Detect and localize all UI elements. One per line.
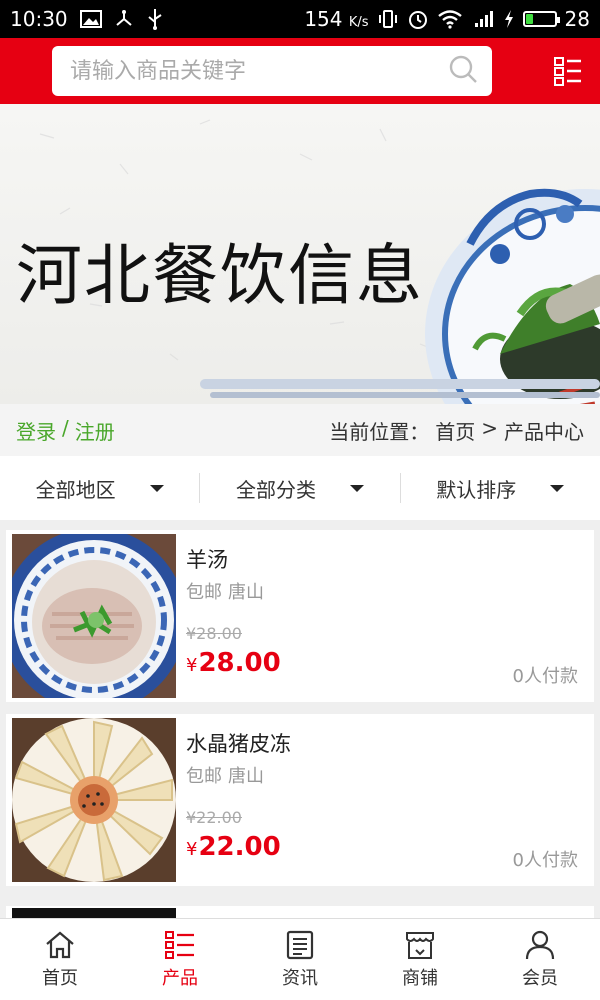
search-icon[interactable] bbox=[448, 54, 478, 88]
image-icon bbox=[79, 10, 102, 28]
banner[interactable]: 河北餐饮信息 bbox=[0, 104, 600, 404]
product-shipping: 包邮 唐山 bbox=[186, 578, 264, 604]
caret-down-icon bbox=[149, 484, 164, 492]
original-price: ¥28.00 bbox=[186, 624, 242, 643]
tab-home[interactable]: 首页 bbox=[0, 919, 120, 1000]
bottom-tabbar: 首页 产品 资讯 商铺 会员 bbox=[0, 918, 600, 1000]
vibrate-icon bbox=[377, 9, 399, 29]
filter-sort-label: 默认排序 bbox=[436, 477, 517, 502]
filter-category-label: 全部分类 bbox=[235, 477, 316, 502]
home-icon bbox=[46, 931, 74, 958]
tab-news-label: 资讯 bbox=[282, 967, 318, 989]
breadcrumb-home[interactable]: 首页 bbox=[435, 416, 475, 445]
top-header bbox=[0, 38, 600, 104]
paid-count: 0人付款 bbox=[512, 850, 578, 871]
currency-symbol: ¥ bbox=[186, 655, 198, 676]
wifi-icon bbox=[437, 9, 463, 29]
product-image-mutton-soup[interactable] bbox=[12, 534, 176, 698]
tab-shop-label: 商铺 bbox=[402, 967, 438, 989]
alarm-icon bbox=[407, 8, 429, 30]
shipping-label: 包邮 bbox=[186, 582, 222, 603]
filter-region[interactable]: 全部地区 bbox=[0, 473, 201, 503]
shop-icon bbox=[406, 931, 434, 959]
tab-shop[interactable]: 商铺 bbox=[360, 919, 480, 1000]
auth-separator: / bbox=[62, 415, 69, 440]
paid-count: 0人付款 bbox=[512, 666, 578, 687]
tab-member[interactable]: 会员 bbox=[480, 919, 600, 1000]
battery-icon bbox=[522, 11, 560, 27]
product-city: 唐山 bbox=[228, 582, 264, 603]
search-box[interactable] bbox=[52, 46, 492, 96]
status-bar: 10:30 154 K/s 28 bbox=[0, 0, 600, 38]
status-time: 10:30 bbox=[10, 7, 68, 31]
tab-home-label: 首页 bbox=[42, 967, 78, 989]
news-icon bbox=[286, 930, 314, 959]
breadcrumb-arrow: > bbox=[481, 415, 498, 440]
network-speed: 154 K/s bbox=[304, 7, 369, 31]
search-input[interactable] bbox=[70, 58, 448, 84]
product-card[interactable]: 水晶猪皮冻 包邮 唐山 ¥22.00 ¥ 22.00 0人付款 bbox=[6, 714, 594, 886]
menu-button[interactable] bbox=[550, 53, 586, 89]
filter-bar: 全部地区 全部分类 默认排序 bbox=[0, 456, 600, 520]
filter-category[interactable]: 全部分类 bbox=[200, 473, 401, 503]
caret-down-icon bbox=[550, 484, 565, 492]
original-price: ¥22.00 bbox=[186, 808, 242, 827]
caret-down-icon bbox=[349, 484, 364, 492]
current-price: ¥ 28.00 bbox=[186, 648, 281, 678]
signal-icon bbox=[471, 9, 495, 29]
currency-symbol: ¥ bbox=[186, 839, 198, 860]
category-menu-icon bbox=[554, 57, 581, 86]
share-icon bbox=[114, 9, 134, 29]
battery-level: 28 bbox=[564, 7, 590, 31]
breadcrumb-current: 产品中心 bbox=[504, 419, 584, 444]
product-shipping: 包邮 唐山 bbox=[186, 762, 264, 788]
position-label: 当前位置： bbox=[329, 419, 430, 444]
product-city: 唐山 bbox=[228, 766, 264, 787]
tab-news[interactable]: 资讯 bbox=[240, 919, 360, 1000]
charging-icon bbox=[503, 9, 515, 29]
filter-region-label: 全部地区 bbox=[35, 477, 116, 502]
banner-title: 河北餐饮信息 bbox=[16, 237, 424, 314]
tab-member-label: 会员 bbox=[522, 967, 558, 989]
filter-sort[interactable]: 默认排序 bbox=[401, 473, 600, 503]
breadcrumb: 当前位置： 首页 > 产品中心 bbox=[329, 416, 584, 445]
auth-links: 登录 / 注册 bbox=[16, 416, 115, 445]
product-card[interactable]: 羊汤 包邮 唐山 ¥28.00 ¥ 28.00 0人付款 bbox=[6, 530, 594, 702]
price-value: 28.00 bbox=[198, 648, 281, 678]
product-name[interactable]: 羊汤 bbox=[186, 544, 228, 574]
login-link[interactable]: 登录 bbox=[16, 416, 56, 445]
register-link[interactable]: 注册 bbox=[75, 416, 115, 445]
tab-products-label: 产品 bbox=[162, 967, 198, 989]
shipping-label: 包邮 bbox=[186, 766, 222, 787]
user-icon bbox=[525, 930, 555, 959]
current-price: ¥ 22.00 bbox=[186, 832, 281, 862]
breadcrumb-row: 登录 / 注册 当前位置： 首页 > 产品中心 bbox=[0, 404, 600, 456]
list-icon bbox=[165, 930, 194, 959]
product-image-pork-skin-jelly[interactable] bbox=[12, 718, 176, 882]
tab-products[interactable]: 产品 bbox=[120, 919, 240, 1000]
product-name[interactable]: 水晶猪皮冻 bbox=[186, 728, 291, 758]
price-value: 22.00 bbox=[198, 832, 281, 862]
usb-icon bbox=[146, 8, 164, 30]
